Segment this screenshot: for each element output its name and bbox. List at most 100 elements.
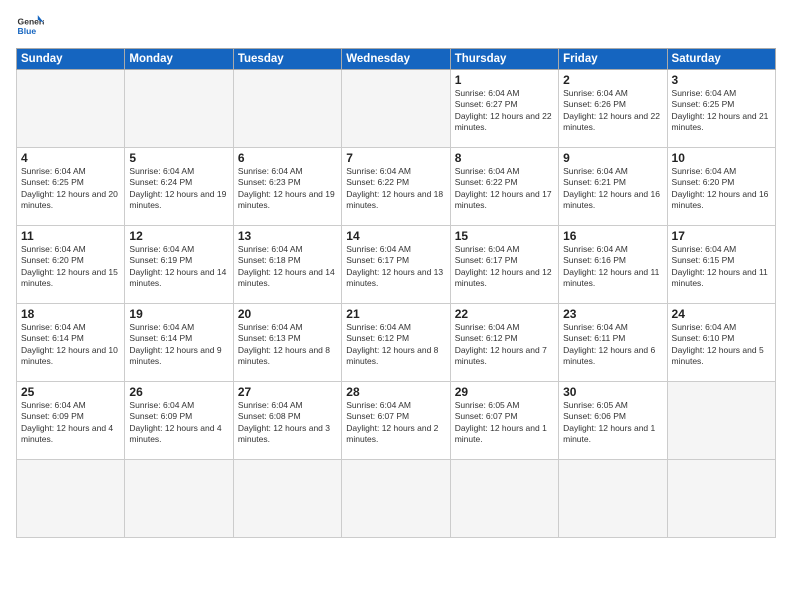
day-info: Sunrise: 6:04 AMSunset: 6:09 PMDaylight:…: [21, 400, 120, 446]
day-info: Sunrise: 6:04 AMSunset: 6:25 PMDaylight:…: [21, 166, 120, 212]
day-number: 6: [238, 151, 337, 165]
day-info: Sunrise: 6:04 AMSunset: 6:10 PMDaylight:…: [672, 322, 771, 368]
calendar-row: 4Sunrise: 6:04 AMSunset: 6:25 PMDaylight…: [17, 148, 776, 226]
header-cell-sunday: Sunday: [17, 49, 125, 70]
day-number: 3: [672, 73, 771, 87]
day-info: Sunrise: 6:04 AMSunset: 6:23 PMDaylight:…: [238, 166, 337, 212]
day-info: Sunrise: 6:04 AMSunset: 6:14 PMDaylight:…: [129, 322, 228, 368]
day-number: 30: [563, 385, 662, 399]
day-info: Sunrise: 6:04 AMSunset: 6:13 PMDaylight:…: [238, 322, 337, 368]
day-info: Sunrise: 6:04 AMSunset: 6:09 PMDaylight:…: [129, 400, 228, 446]
day-number: 20: [238, 307, 337, 321]
calendar-row: 25Sunrise: 6:04 AMSunset: 6:09 PMDayligh…: [17, 382, 776, 460]
calendar-cell: 3Sunrise: 6:04 AMSunset: 6:25 PMDaylight…: [667, 70, 775, 148]
day-number: 29: [455, 385, 554, 399]
calendar-row: 18Sunrise: 6:04 AMSunset: 6:14 PMDayligh…: [17, 304, 776, 382]
calendar-cell: 4Sunrise: 6:04 AMSunset: 6:25 PMDaylight…: [17, 148, 125, 226]
calendar-cell: 26Sunrise: 6:04 AMSunset: 6:09 PMDayligh…: [125, 382, 233, 460]
calendar-cell: [667, 382, 775, 460]
day-number: 5: [129, 151, 228, 165]
day-number: 8: [455, 151, 554, 165]
calendar-table: SundayMondayTuesdayWednesdayThursdayFrid…: [16, 48, 776, 538]
day-info: Sunrise: 6:04 AMSunset: 6:24 PMDaylight:…: [129, 166, 228, 212]
calendar-cell: 17Sunrise: 6:04 AMSunset: 6:15 PMDayligh…: [667, 226, 775, 304]
calendar-cell: 8Sunrise: 6:04 AMSunset: 6:22 PMDaylight…: [450, 148, 558, 226]
header-cell-friday: Friday: [559, 49, 667, 70]
calendar-cell: 5Sunrise: 6:04 AMSunset: 6:24 PMDaylight…: [125, 148, 233, 226]
day-number: 13: [238, 229, 337, 243]
calendar-cell: 25Sunrise: 6:04 AMSunset: 6:09 PMDayligh…: [17, 382, 125, 460]
calendar-cell: 20Sunrise: 6:04 AMSunset: 6:13 PMDayligh…: [233, 304, 341, 382]
calendar-cell: [233, 70, 341, 148]
day-info: Sunrise: 6:04 AMSunset: 6:15 PMDaylight:…: [672, 244, 771, 290]
calendar-cell: 27Sunrise: 6:04 AMSunset: 6:08 PMDayligh…: [233, 382, 341, 460]
svg-text:Blue: Blue: [18, 26, 37, 36]
calendar-row: 11Sunrise: 6:04 AMSunset: 6:20 PMDayligh…: [17, 226, 776, 304]
calendar-cell: [17, 460, 125, 538]
day-number: 2: [563, 73, 662, 87]
day-info: Sunrise: 6:04 AMSunset: 6:22 PMDaylight:…: [346, 166, 445, 212]
calendar-cell: [342, 70, 450, 148]
day-info: Sunrise: 6:04 AMSunset: 6:16 PMDaylight:…: [563, 244, 662, 290]
calendar-cell: [125, 460, 233, 538]
header-cell-thursday: Thursday: [450, 49, 558, 70]
calendar-cell: 13Sunrise: 6:04 AMSunset: 6:18 PMDayligh…: [233, 226, 341, 304]
day-info: Sunrise: 6:04 AMSunset: 6:17 PMDaylight:…: [346, 244, 445, 290]
day-info: Sunrise: 6:04 AMSunset: 6:26 PMDaylight:…: [563, 88, 662, 134]
calendar-cell: 7Sunrise: 6:04 AMSunset: 6:22 PMDaylight…: [342, 148, 450, 226]
calendar-cell: 2Sunrise: 6:04 AMSunset: 6:26 PMDaylight…: [559, 70, 667, 148]
day-number: 28: [346, 385, 445, 399]
calendar-cell: [233, 460, 341, 538]
day-number: 14: [346, 229, 445, 243]
day-info: Sunrise: 6:04 AMSunset: 6:08 PMDaylight:…: [238, 400, 337, 446]
day-info: Sunrise: 6:04 AMSunset: 6:11 PMDaylight:…: [563, 322, 662, 368]
header-cell-saturday: Saturday: [667, 49, 775, 70]
day-number: 4: [21, 151, 120, 165]
day-number: 24: [672, 307, 771, 321]
page: General Blue SundayMondayTuesdayWednesda…: [0, 0, 792, 612]
day-info: Sunrise: 6:04 AMSunset: 6:22 PMDaylight:…: [455, 166, 554, 212]
day-number: 25: [21, 385, 120, 399]
calendar-cell: 19Sunrise: 6:04 AMSunset: 6:14 PMDayligh…: [125, 304, 233, 382]
calendar-cell: 21Sunrise: 6:04 AMSunset: 6:12 PMDayligh…: [342, 304, 450, 382]
calendar-cell: [559, 460, 667, 538]
day-info: Sunrise: 6:04 AMSunset: 6:20 PMDaylight:…: [672, 166, 771, 212]
day-number: 9: [563, 151, 662, 165]
calendar-cell: 16Sunrise: 6:04 AMSunset: 6:16 PMDayligh…: [559, 226, 667, 304]
calendar-cell: 22Sunrise: 6:04 AMSunset: 6:12 PMDayligh…: [450, 304, 558, 382]
calendar-cell: 6Sunrise: 6:04 AMSunset: 6:23 PMDaylight…: [233, 148, 341, 226]
day-number: 27: [238, 385, 337, 399]
day-number: 12: [129, 229, 228, 243]
logo: General Blue: [16, 12, 44, 40]
calendar-cell: 23Sunrise: 6:04 AMSunset: 6:11 PMDayligh…: [559, 304, 667, 382]
calendar-cell: [125, 70, 233, 148]
calendar-cell: 9Sunrise: 6:04 AMSunset: 6:21 PMDaylight…: [559, 148, 667, 226]
day-info: Sunrise: 6:04 AMSunset: 6:12 PMDaylight:…: [346, 322, 445, 368]
calendar-cell: [667, 460, 775, 538]
logo-icon: General Blue: [16, 12, 44, 40]
day-number: 11: [21, 229, 120, 243]
day-info: Sunrise: 6:05 AMSunset: 6:06 PMDaylight:…: [563, 400, 662, 446]
day-info: Sunrise: 6:04 AMSunset: 6:25 PMDaylight:…: [672, 88, 771, 134]
calendar-cell: 14Sunrise: 6:04 AMSunset: 6:17 PMDayligh…: [342, 226, 450, 304]
calendar-cell: [450, 460, 558, 538]
day-number: 17: [672, 229, 771, 243]
day-info: Sunrise: 6:04 AMSunset: 6:12 PMDaylight:…: [455, 322, 554, 368]
day-info: Sunrise: 6:04 AMSunset: 6:19 PMDaylight:…: [129, 244, 228, 290]
calendar-cell: [342, 460, 450, 538]
day-number: 26: [129, 385, 228, 399]
header-cell-tuesday: Tuesday: [233, 49, 341, 70]
calendar-cell: [17, 70, 125, 148]
calendar-cell: 10Sunrise: 6:04 AMSunset: 6:20 PMDayligh…: [667, 148, 775, 226]
day-info: Sunrise: 6:04 AMSunset: 6:17 PMDaylight:…: [455, 244, 554, 290]
day-number: 19: [129, 307, 228, 321]
calendar-row: 1Sunrise: 6:04 AMSunset: 6:27 PMDaylight…: [17, 70, 776, 148]
day-info: Sunrise: 6:04 AMSunset: 6:14 PMDaylight:…: [21, 322, 120, 368]
calendar-cell: 11Sunrise: 6:04 AMSunset: 6:20 PMDayligh…: [17, 226, 125, 304]
calendar-cell: 29Sunrise: 6:05 AMSunset: 6:07 PMDayligh…: [450, 382, 558, 460]
day-number: 7: [346, 151, 445, 165]
day-info: Sunrise: 6:04 AMSunset: 6:18 PMDaylight:…: [238, 244, 337, 290]
day-info: Sunrise: 6:04 AMSunset: 6:21 PMDaylight:…: [563, 166, 662, 212]
calendar-cell: 28Sunrise: 6:04 AMSunset: 6:07 PMDayligh…: [342, 382, 450, 460]
calendar-row: [17, 460, 776, 538]
